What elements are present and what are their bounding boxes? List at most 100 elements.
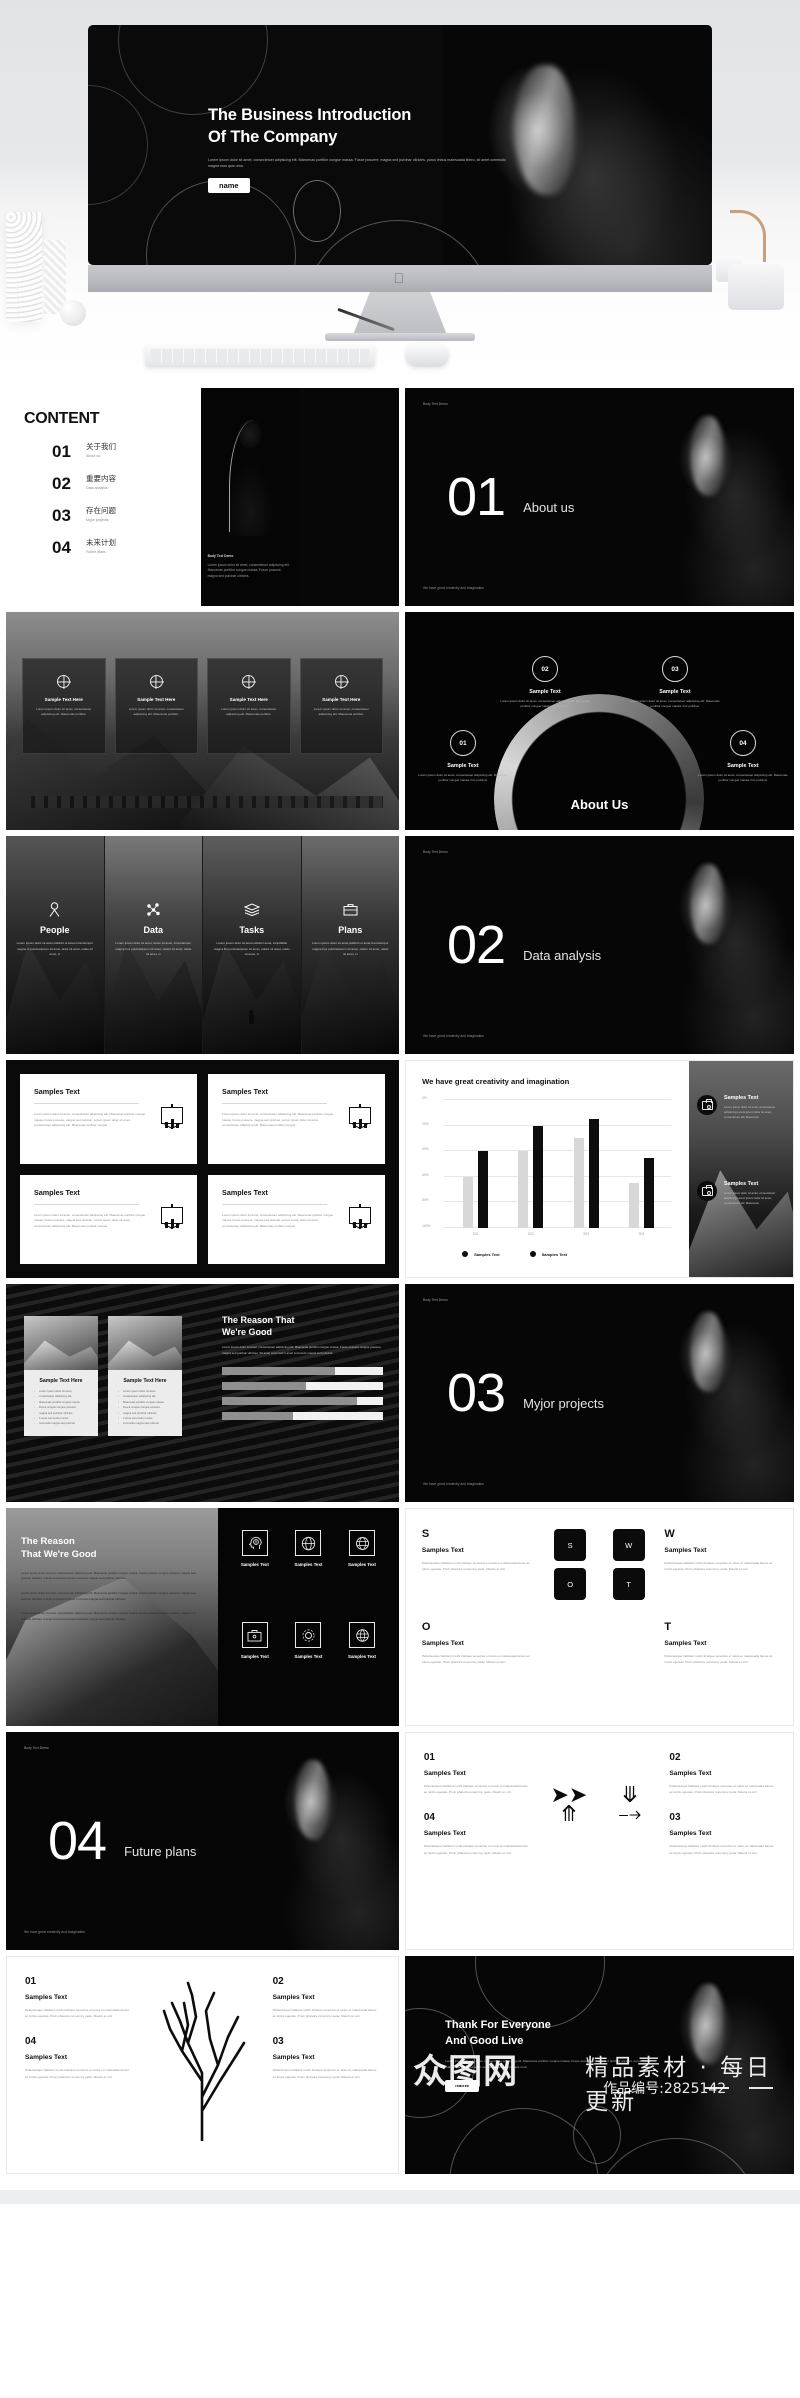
arrow-item[interactable]: 01 Samples Text Pellentesque habitant mo… — [424, 1753, 530, 1795]
icon-cell[interactable]: Samples Text — [284, 1530, 334, 1612]
about-node[interactable]: 04 Sample Text Lorem ipsum dolor sit ame… — [695, 730, 791, 784]
icon-cell[interactable]: Samples Text — [284, 1622, 334, 1704]
chart-bar-group: S01 — [463, 1100, 489, 1236]
decor-lamp — [716, 210, 788, 310]
tree-title: Samples Text — [272, 1994, 315, 2001]
pillar-column[interactable]: People Lorem ipsum dolor sit amet,cididu… — [6, 836, 105, 1054]
tree-item[interactable]: 03 Samples Text Pellentesque habitant mo… — [273, 2037, 381, 2079]
slide-swot[interactable]: S Samples Text Pellentesque habitant mor… — [404, 1508, 794, 1726]
section-portrait-photo — [644, 836, 794, 1054]
slide-arrows[interactable]: 01 Samples Text Pellentesque habitant mo… — [404, 1732, 794, 1950]
icon-cell[interactable]: Samples Text — [337, 1622, 387, 1704]
sample-card[interactable]: Samples Text Lorem ipsum dolor sit amet,… — [20, 1074, 198, 1164]
pillar-column[interactable]: Plans Lorem ipsum dolor sit amet,cididun… — [301, 836, 399, 1054]
swot-quadrant[interactable]: W Samples Text Pellentesque habitant mor… — [664, 1529, 777, 1600]
about-node[interactable]: 01 Sample Text Lorem ipsum dolor sit ame… — [415, 730, 511, 784]
slide-section-01[interactable]: Body Text Demo 01 About us We have great… — [404, 388, 794, 606]
slide-reason-cards[interactable]: Sample Text Here Lorem ipsum dolor sit a… — [6, 1284, 399, 1502]
chart-bar — [628, 1183, 639, 1228]
sample-card-body: Lorem ipsum dolor sit amet, consectetuer… — [222, 1112, 334, 1128]
pillar-column[interactable]: Data Lorem ipsum dolor sit amet, lorete … — [104, 836, 203, 1054]
decor-vase-left-small — [44, 240, 66, 314]
pillar-column[interactable]: Tasks Lorem ipsum dolor sit,amet,cididun… — [203, 836, 302, 1054]
briefcase-icon — [241, 1622, 268, 1648]
tree-item[interactable]: 01 Samples Text Pellentesque habitant mo… — [25, 1977, 133, 2019]
photo-card-title: Sample Text Here — [229, 697, 268, 702]
arrow-item[interactable]: 04 Samples Text Pellentesque habitant mo… — [424, 1813, 530, 1855]
photo-card[interactable]: Sample Text Here Lorem ipsum dolor sit a… — [22, 658, 106, 754]
pillar-title: People — [39, 925, 70, 935]
tree-item[interactable]: 02 Samples Text Pellentesque habitant mo… — [273, 1977, 381, 2019]
hero-mockup: The Business Introduction Of The Company… — [0, 0, 800, 380]
thanks-name-button[interactable]: name — [445, 2080, 480, 2093]
slide-section-04[interactable]: Body Text Demo 04 Future plans We have g… — [6, 1732, 399, 1950]
tree-item[interactable]: 04 Samples Text Pellentesque habitant mo… — [25, 2037, 133, 2079]
side-feature-title: Samples Text — [724, 1181, 759, 1187]
slide-about-us[interactable]: 01 Sample Text Lorem ipsum dolor sit ame… — [404, 612, 794, 830]
about-node-number: 01 — [449, 730, 476, 756]
icon-cell[interactable]: Samples Text — [230, 1530, 280, 1612]
toc-item[interactable]: 04 未来计划 Future plans — [24, 538, 201, 556]
chevron-up-icon: ⤊ — [559, 1801, 579, 1827]
toc-item[interactable]: 02 重要内容 Data analysis — [24, 474, 201, 492]
slide-bar-chart[interactable]: We have great creativity and imagination… — [405, 1060, 794, 1278]
film-strip-decor — [22, 796, 383, 808]
sample-card[interactable]: Samples Text Lorem ipsum dolor sit amet,… — [208, 1174, 386, 1264]
side-feature[interactable]: Samples Text Lorem ipsum dolor sit amet,… — [697, 1095, 785, 1121]
photo-card[interactable]: Sample Text Here Lorem ipsum dolor sit a… — [207, 658, 291, 754]
template-preview-page: The Business Introduction Of The Company… — [0, 0, 800, 2204]
chart-bar — [533, 1125, 544, 1228]
icon-cell[interactable]: Samples Text — [230, 1622, 280, 1704]
arrow-item[interactable]: 03 Samples Text Pellentesque habitant mo… — [669, 1813, 775, 1855]
swot-quadrant[interactable]: O Samples Text Pellentesque habitant mor… — [422, 1622, 535, 1665]
reason-paragraph: Lorem ipsum dolor sit amet, consectetuer… — [222, 1345, 382, 1355]
sample-card[interactable]: Samples Text Lorem ipsum dolor sit amet,… — [208, 1074, 386, 1164]
swot-title: Samples Text — [664, 1640, 707, 1647]
slide-reason-icons[interactable]: The Reason That We're Good Lorem ipsum d… — [6, 1508, 399, 1726]
photo-card-title: Sample Text Here — [44, 697, 83, 702]
swot-title: Samples Text — [421, 1547, 464, 1554]
chevron-left-icon: ⤍ — [618, 1801, 642, 1827]
icon-cell-label: Samples Text — [294, 1654, 323, 1659]
chart-bar — [573, 1138, 584, 1228]
section-number: 04 — [48, 1810, 107, 1871]
slide-photo-cards[interactable]: Sample Text Here Lorem ipsum dolor sit a… — [6, 612, 399, 830]
section-number: 01 — [446, 466, 506, 527]
globe-grid-icon — [349, 1530, 376, 1556]
swot-title: Samples Text — [664, 1547, 707, 1554]
arrow-item[interactable]: 02 Samples Text Pellentesque habitant mo… — [669, 1753, 775, 1795]
hero-name-button[interactable]: name — [208, 178, 250, 194]
toc-label-en: Future plans — [86, 550, 106, 555]
photo-card[interactable]: Sample Text Here Lorem ipsum dolor sit a… — [299, 658, 383, 754]
slide-thank-you[interactable]: Thank For Everyone And Good Live Lorem i… — [405, 1956, 794, 2174]
toc-item[interactable]: 01 关于我们 About us — [24, 442, 201, 460]
slide-row-4: Samples Text Lorem ipsum dolor sit amet,… — [6, 1060, 794, 1278]
slide-four-pillars[interactable]: People Lorem ipsum dolor sit amet,cididu… — [6, 836, 399, 1054]
slide-row-1: CONTENT 01 关于我们 About us 02 重要内容 Data an… — [6, 388, 794, 606]
slide-sample-cards[interactable]: Samples Text Lorem ipsum dolor sit amet,… — [6, 1060, 400, 1278]
reason-icons-heading: The Reason That We're Good — [21, 1536, 204, 1562]
section-footer: We have great creativity and imagination — [24, 1930, 86, 1934]
toc-item[interactable]: 03 存在问题 Myjor projects — [24, 506, 201, 524]
section-header: Body Text Demo — [423, 850, 448, 854]
reason-progress-bars — [222, 1367, 383, 1421]
swot-quadrant[interactable]: T Samples Text Pellentesque habitant mor… — [664, 1622, 777, 1665]
about-node[interactable]: 03 Sample Text Lorem ipsum dolor sit ame… — [627, 656, 723, 710]
slide-section-03[interactable]: Body Text Demo 03 Myjor projects We have… — [404, 1284, 794, 1502]
network-icon — [114, 900, 194, 918]
swot-square-w: W — [612, 1529, 645, 1561]
icon-cell[interactable]: Samples Text — [337, 1530, 387, 1612]
reason-card[interactable]: Sample Text Here Lorem ipsum dolor sit a… — [24, 1316, 98, 1436]
slide-tree[interactable]: 01 Samples Text Pellentesque habitant mo… — [6, 1956, 400, 2174]
slide-content-toc[interactable]: CONTENT 01 关于我们 About us 02 重要内容 Data an… — [6, 388, 399, 606]
slide-section-02[interactable]: Body Text Demo 02 Data analysis We have … — [404, 836, 794, 1054]
sample-card[interactable]: Samples Text Lorem ipsum dolor sit amet,… — [20, 1174, 198, 1264]
thanks-body: Lorem ipsum dolor sit amet, consectetuer… — [445, 2059, 651, 2070]
side-feature[interactable]: Samples Text Lorem ipsum dolor sit amet,… — [697, 1181, 785, 1207]
about-node[interactable]: 02 Sample Text Lorem ipsum dolor sit ame… — [497, 656, 593, 710]
reason-card[interactable]: Sample Text Here Lorem ipsum dolor sit a… — [108, 1316, 182, 1436]
photo-card[interactable]: Sample Text Here Lorem ipsum dolor sit a… — [114, 658, 198, 754]
swot-quadrant[interactable]: S Samples Text Pellentesque habitant mor… — [422, 1529, 535, 1600]
section-number: 03 — [446, 1362, 506, 1423]
chart-x-tick: S03 — [583, 1232, 589, 1236]
